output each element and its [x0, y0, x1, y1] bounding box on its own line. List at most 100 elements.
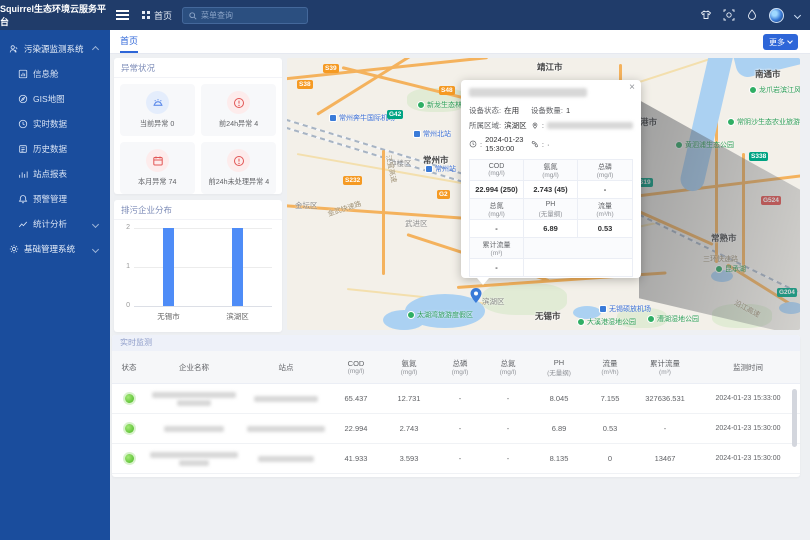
value-cell: 0.53	[586, 414, 634, 443]
popup-metrics-row: -	[470, 259, 632, 277]
station-icon	[425, 165, 433, 173]
value-cell: 13467	[634, 444, 696, 473]
flame-icon[interactable]	[746, 9, 758, 21]
screenshot-icon[interactable]	[723, 9, 735, 21]
value-cell: 22.994	[330, 414, 382, 443]
sidebar-item-9[interactable]: 基础管理系统	[0, 236, 110, 261]
abnormal-card-2[interactable]: 前24h异常 4	[201, 84, 276, 136]
redacted-bar	[177, 400, 211, 406]
abnormal-card-label: 前24h未处理异常 4	[208, 176, 269, 186]
phone-field: :·	[531, 135, 633, 153]
column-header-累计流量: 累计流量(m³)	[634, 351, 696, 383]
sidebar-item-5[interactable]: 历史数据	[0, 136, 110, 161]
road-number-badge: G42	[387, 110, 403, 119]
popup-metrics-table: COD(mg/l)氨氮(mg/l)总磷(mg/l)22.994 (250)2.7…	[469, 159, 633, 277]
address-field: :	[531, 120, 633, 131]
table-row-1[interactable]: 65.43712.731--8.0457.155327636.5312024-0…	[112, 384, 800, 414]
popup-metrics-row: COD(mg/l)氨氮(mg/l)总磷(mg/l)	[470, 160, 632, 181]
tab-home-label: 首页	[120, 34, 138, 47]
map-city-label: 无锡市	[535, 310, 561, 322]
alarm-icon	[146, 91, 169, 114]
home-grid-icon	[142, 11, 150, 19]
realtime-monitor-panel: 实时监测 状态企业名称站点COD(mg/l)氨氮(mg/l)总磷(mg/l)总氮…	[112, 335, 800, 477]
redacted-bar	[150, 452, 238, 458]
gis-map[interactable]: 靖江市南通市张家港市常州市常熟市无锡市钟楼区武进区金坛区滨湖区新龙生态林黄泗浦生…	[287, 58, 800, 330]
park-icon	[407, 311, 415, 319]
breadcrumb[interactable]: 首页	[142, 0, 172, 30]
report-icon	[18, 169, 28, 179]
abnormal-card-label: 前24h异常 4	[219, 118, 258, 128]
sidebar-item-label: 历史数据	[33, 143, 67, 155]
metric-header-cell: COD(mg/l)	[470, 160, 524, 181]
column-header-氨氮: 氨氮(mg/l)	[382, 351, 436, 383]
popup-close-icon[interactable]: ×	[629, 83, 635, 93]
popup-fields: 设备状态:在用设备数量:1所属区域:滨湖区::2024-01-23 15:30:…	[469, 105, 633, 153]
map-park-label: 龙爪岩滨江风光带	[749, 85, 800, 95]
menu-toggle-icon[interactable]	[116, 14, 129, 16]
more-button-label: 更多	[769, 37, 785, 48]
chart-bar	[163, 228, 174, 306]
user-avatar[interactable]	[769, 8, 784, 23]
table-row-3[interactable]: 41.9333.593--8.1350134672024-01-23 15:30…	[112, 444, 800, 474]
sidebar-item-label: 污染源监测系统	[24, 43, 84, 55]
metric-header-cell: 氨氮(mg/l)	[524, 160, 578, 181]
theme-shirt-icon[interactable]	[700, 9, 712, 21]
chart-gridline	[134, 228, 272, 229]
map-park-label: 新龙生态林	[417, 100, 462, 110]
company-redacted	[164, 426, 224, 432]
map-station-label: 无锡硕放机场	[599, 304, 651, 314]
metric-value-cell: 0.53	[578, 220, 632, 238]
search-input[interactable]: 菜单查询	[182, 7, 308, 24]
table-scrollbar[interactable]	[792, 389, 797, 447]
sidebar-item-4[interactable]: 实时数据	[0, 111, 110, 136]
sidebar-item-8[interactable]: 统计分析	[0, 211, 110, 236]
popup-metrics-row: 22.994 (250)2.743 (45)-	[470, 181, 632, 199]
pin-icon	[531, 122, 539, 130]
more-button[interactable]: 更多	[763, 34, 798, 50]
station-icon	[413, 130, 421, 138]
tab-bar: 首页 更多	[110, 30, 810, 54]
map-popup: ×设备状态:在用设备数量:1所属区域:滨湖区::2024-01-23 15:30…	[461, 80, 641, 278]
status-cell	[112, 444, 146, 473]
app-root: Squirrel生态环境云服务平台 首页 菜单查询 污染源监测系统信息舱GIS地…	[0, 0, 810, 540]
value-cell: 327636.531	[634, 384, 696, 413]
value-cell: 7.155	[586, 384, 634, 413]
sidebar-item-6[interactable]: 站点报表	[0, 161, 110, 186]
sidebar-item-2[interactable]: 信息舱	[0, 61, 110, 86]
abnormal-cards: 当前异常 0 前24h异常 4 本月异常 74 前24h未处理异常 4	[120, 84, 276, 194]
chevron-down-icon[interactable]	[794, 11, 801, 18]
abnormal-status-panel: 异常状况 当前异常 0前24h异常 4本月异常 74前24h未处理异常 4	[114, 58, 282, 194]
map-pin-icon[interactable]	[470, 288, 482, 308]
value-cell: -	[634, 414, 696, 443]
time-cell: 2024-01-23 15:30:00	[696, 444, 800, 473]
abnormal-card-4[interactable]: 前24h未处理异常 4	[201, 142, 276, 194]
chart-ytick: 1	[118, 263, 130, 270]
map-city-label: 南通市	[755, 68, 781, 80]
distribution-panel-title: 排污企业分布	[114, 200, 282, 220]
sidebar-item-1[interactable]: 污染源监测系统	[0, 36, 110, 61]
column-header-PH: PH(无量纲)	[532, 351, 586, 383]
abnormal-card-3[interactable]: 本月异常 74	[120, 142, 195, 194]
address-redacted	[547, 122, 633, 129]
status-online-dot	[125, 454, 134, 463]
value-cell: -	[484, 384, 532, 413]
chevron-down-icon	[93, 219, 98, 229]
sidebar-item-3[interactable]: GIS地图	[0, 86, 110, 111]
column-header-总磷: 总磷(mg/l)	[436, 351, 484, 383]
column-header-总氮: 总氮(mg/l)	[484, 351, 532, 383]
table-row-2[interactable]: 22.9942.743--6.890.53-2024-01-23 15:30:0…	[112, 414, 800, 444]
map-park-label: 太湖湾旅游度假区	[407, 310, 473, 320]
popup-cast-shadow	[639, 100, 800, 330]
tab-home[interactable]: 首页	[120, 30, 138, 53]
metric-value-cell: 6.89	[524, 220, 578, 238]
abnormal-card-1[interactable]: 当前异常 0	[120, 84, 195, 136]
road-number-badge: S48	[439, 86, 455, 95]
sidebar-item-7[interactable]: 预警管理	[0, 186, 110, 211]
enterprise-distribution-panel: 排污企业分布 210无锡市滨湖区	[114, 200, 282, 332]
redacted-bar	[152, 392, 236, 398]
company-cell	[146, 444, 242, 473]
sidebar-item-label: 信息舱	[33, 68, 59, 80]
redacted-bar	[164, 426, 224, 432]
park-icon	[577, 318, 585, 326]
chart-xlabel: 无锡市	[157, 311, 180, 322]
